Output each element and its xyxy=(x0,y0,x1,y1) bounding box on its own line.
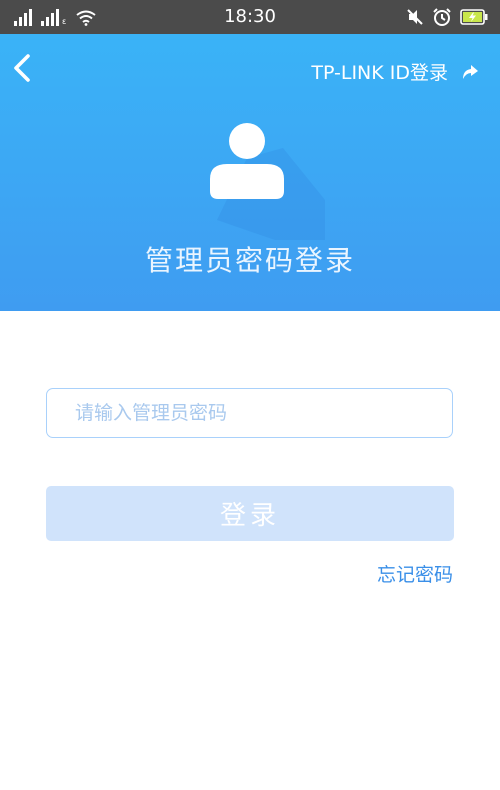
forgot-password-link[interactable]: 忘记密码 xyxy=(377,560,453,587)
back-button[interactable] xyxy=(8,48,38,88)
login-header: TP-LINK ID登录 管理员密码登录 xyxy=(0,34,500,311)
page-title: 管理员密码登录 xyxy=(144,244,355,277)
battery-charging-icon xyxy=(460,9,488,25)
alarm-icon xyxy=(433,8,451,26)
login-button[interactable]: 登录 xyxy=(46,486,454,541)
mute-icon xyxy=(407,9,423,25)
tplink-id-login-label: TP-LINK ID登录 xyxy=(311,62,448,84)
status-right-group xyxy=(406,7,488,27)
status-bar: ε 18:30 xyxy=(0,0,500,34)
user-icon xyxy=(210,123,325,240)
admin-password-input[interactable] xyxy=(46,388,453,438)
tplink-id-login-button[interactable]: TP-LINK ID登录 xyxy=(311,58,480,85)
share-arrow-icon xyxy=(463,64,478,79)
chevron-left-icon xyxy=(14,54,30,82)
